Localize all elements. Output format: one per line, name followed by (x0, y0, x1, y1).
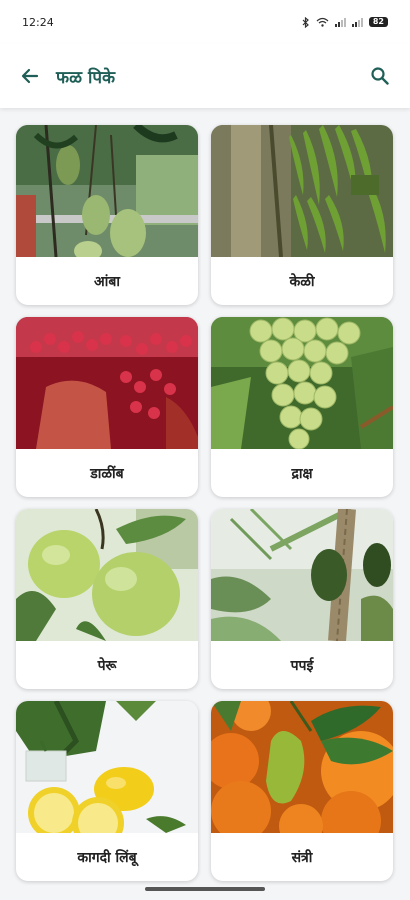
crop-label: पेरू (97, 657, 117, 674)
crop-label: संत्री (291, 849, 313, 866)
crop-label: आंबा (94, 273, 120, 290)
status-icons: 82 (302, 16, 388, 28)
crop-card-banana[interactable]: केळी (211, 125, 393, 305)
page-title: फळ पिके (56, 67, 116, 88)
crop-card-mango[interactable]: आंबा (16, 125, 198, 305)
crop-card-guava[interactable]: पेरू (16, 509, 198, 689)
wifi-icon (316, 17, 329, 27)
pomegranate-image (16, 317, 198, 449)
crop-label: डाळींब (90, 465, 124, 482)
search-icon (371, 67, 389, 85)
back-button[interactable] (16, 62, 44, 90)
app-bar: फळ पिके (0, 44, 410, 108)
arrow-left-icon (21, 68, 39, 84)
crop-label: केळी (289, 273, 315, 290)
search-button[interactable] (366, 62, 394, 90)
crop-label: पपई (290, 657, 314, 674)
crop-grid: आंबा केळी डाळींब द्राक्ष पेरू पपई कागदी … (0, 108, 410, 900)
crop-label: कागदी लिंबू (77, 849, 137, 866)
orange-image (211, 701, 393, 833)
status-time: 12:24 (22, 15, 54, 29)
guava-image (16, 509, 198, 641)
battery-indicator: 82 (368, 17, 388, 27)
banana-image (211, 125, 393, 257)
grapes-image (211, 317, 393, 449)
crop-card-papaya[interactable]: पपई (211, 509, 393, 689)
crop-card-grapes[interactable]: द्राक्ष (211, 317, 393, 497)
status-bar: 12:24 82 (0, 0, 410, 44)
lemon-image (16, 701, 198, 833)
crop-card-orange[interactable]: संत्री (211, 701, 393, 881)
crop-card-pomegranate[interactable]: डाळींब (16, 317, 198, 497)
bluetooth-icon (302, 16, 309, 28)
papaya-image (211, 509, 393, 641)
home-indicator[interactable] (145, 887, 265, 891)
crop-card-lemon[interactable]: कागदी लिंबू (16, 701, 198, 881)
mango-image (16, 125, 198, 257)
signal-icon (334, 17, 346, 27)
crop-label: द्राक्ष (291, 465, 313, 482)
signal-icon (351, 17, 363, 27)
